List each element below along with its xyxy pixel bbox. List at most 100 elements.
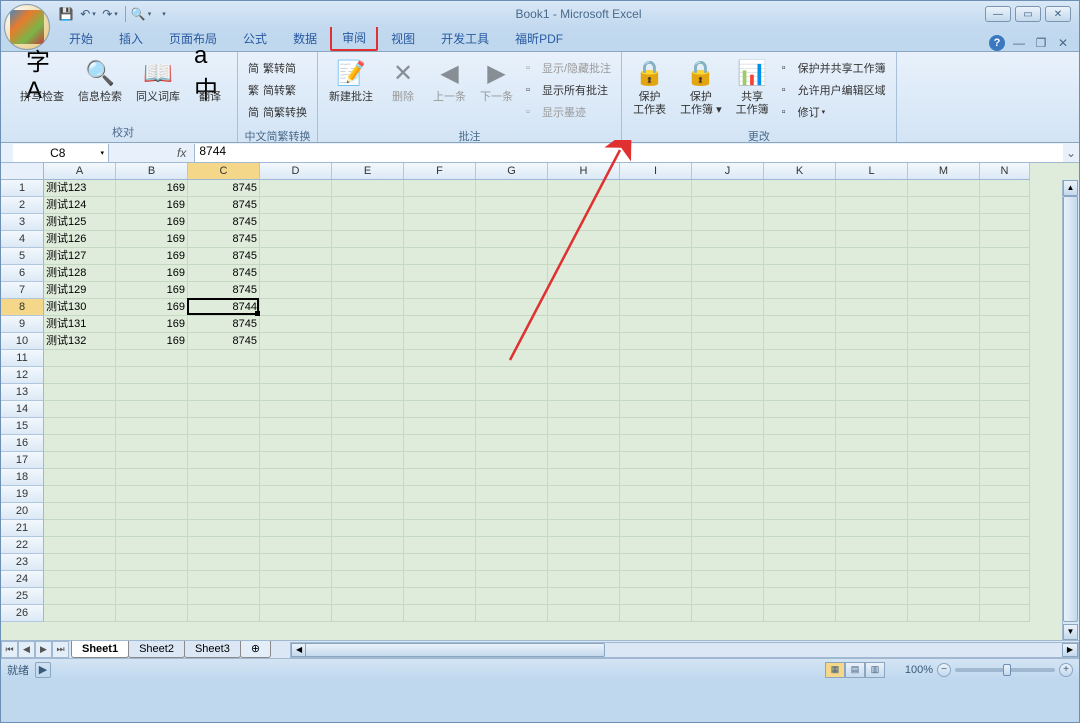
sheet-nav-first-button[interactable]: ⏮ [1,641,18,658]
row-header-13[interactable]: 13 [1,384,44,401]
cell-H16[interactable] [548,435,620,452]
cell-K11[interactable] [764,350,836,367]
cell-L3[interactable] [836,214,908,231]
column-header-M[interactable]: M [908,163,980,180]
cell-C11[interactable] [188,350,260,367]
cell-N10[interactable] [980,333,1030,350]
cell-J16[interactable] [692,435,764,452]
cell-N19[interactable] [980,486,1030,503]
cell-C3[interactable]: 8745 [188,214,260,231]
cell-K10[interactable] [764,333,836,350]
cell-F21[interactable] [404,520,476,537]
cell-N13[interactable] [980,384,1030,401]
cell-J26[interactable] [692,605,764,622]
cell-E8[interactable] [332,299,404,316]
cell-B4[interactable]: 169 [116,231,188,248]
maximize-button[interactable]: ▭ [1015,6,1041,22]
cell-A20[interactable] [44,503,116,520]
cell-B9[interactable]: 169 [116,316,188,333]
cell-F13[interactable] [404,384,476,401]
column-header-F[interactable]: F [404,163,476,180]
cell-E24[interactable] [332,571,404,588]
row-header-18[interactable]: 18 [1,469,44,486]
cell-H11[interactable] [548,350,620,367]
cell-N16[interactable] [980,435,1030,452]
cell-I9[interactable] [620,316,692,333]
cell-F25[interactable] [404,588,476,605]
cell-E20[interactable] [332,503,404,520]
cell-D21[interactable] [260,520,332,537]
cell-B15[interactable] [116,418,188,435]
cell-C4[interactable]: 8745 [188,231,260,248]
cell-G8[interactable] [476,299,548,316]
cell-C20[interactable] [188,503,260,520]
formula-input[interactable]: 8744 [194,144,1063,162]
cell-C1[interactable]: 8745 [188,180,260,197]
macro-record-button[interactable]: ▶ [35,662,51,678]
cell-G20[interactable] [476,503,548,520]
tab-公式[interactable]: 公式 [230,25,280,51]
cell-N6[interactable] [980,265,1030,282]
cell-D19[interactable] [260,486,332,503]
row-header-19[interactable]: 19 [1,486,44,503]
column-header-E[interactable]: E [332,163,404,180]
cell-A25[interactable] [44,588,116,605]
cell-E18[interactable] [332,469,404,486]
ribbon-button-允许用户编辑区域[interactable]: ▫允许用户编辑区域 [778,80,890,100]
cell-L12[interactable] [836,367,908,384]
cell-D16[interactable] [260,435,332,452]
row-header-17[interactable]: 17 [1,452,44,469]
cell-H2[interactable] [548,197,620,214]
cell-J15[interactable] [692,418,764,435]
column-header-B[interactable]: B [116,163,188,180]
cell-K1[interactable] [764,180,836,197]
cell-B19[interactable] [116,486,188,503]
cell-B13[interactable] [116,384,188,401]
cell-N7[interactable] [980,282,1030,299]
cell-I2[interactable] [620,197,692,214]
cell-J3[interactable] [692,214,764,231]
cell-G6[interactable] [476,265,548,282]
cell-B22[interactable] [116,537,188,554]
select-all-corner[interactable] [1,163,44,180]
cell-F23[interactable] [404,554,476,571]
row-header-22[interactable]: 22 [1,537,44,554]
cell-M5[interactable] [908,248,980,265]
cell-N14[interactable] [980,401,1030,418]
cell-C2[interactable]: 8745 [188,197,260,214]
cell-L7[interactable] [836,282,908,299]
cell-C26[interactable] [188,605,260,622]
qat-undo-icon[interactable]: ↶▾ [79,5,97,23]
cell-H14[interactable] [548,401,620,418]
ribbon-button-共享工作簿[interactable]: 📊共享 工作簿 [729,54,776,120]
cell-A1[interactable]: 测试123 [44,180,116,197]
cell-M25[interactable] [908,588,980,605]
cell-D13[interactable] [260,384,332,401]
cell-A16[interactable] [44,435,116,452]
cell-C6[interactable]: 8745 [188,265,260,282]
cell-L6[interactable] [836,265,908,282]
cell-B5[interactable]: 169 [116,248,188,265]
qat-customize-icon[interactable]: ▾ [154,5,172,23]
ribbon-button-信息检索[interactable]: 🔍信息检索 [71,54,129,107]
cell-J1[interactable] [692,180,764,197]
cell-C13[interactable] [188,384,260,401]
cell-L2[interactable] [836,197,908,214]
cell-E10[interactable] [332,333,404,350]
cell-N11[interactable] [980,350,1030,367]
cell-K24[interactable] [764,571,836,588]
cell-I23[interactable] [620,554,692,571]
cell-H9[interactable] [548,316,620,333]
cell-K12[interactable] [764,367,836,384]
cell-M21[interactable] [908,520,980,537]
cell-N4[interactable] [980,231,1030,248]
cell-L16[interactable] [836,435,908,452]
cell-A8[interactable]: 测试130 [44,299,116,316]
tab-插入[interactable]: 插入 [106,25,156,51]
sheet-tab-Sheet1[interactable]: Sheet1 [71,641,129,658]
cell-F14[interactable] [404,401,476,418]
cell-B14[interactable] [116,401,188,418]
cell-M6[interactable] [908,265,980,282]
cell-I8[interactable] [620,299,692,316]
tab-视图[interactable]: 视图 [378,25,428,51]
